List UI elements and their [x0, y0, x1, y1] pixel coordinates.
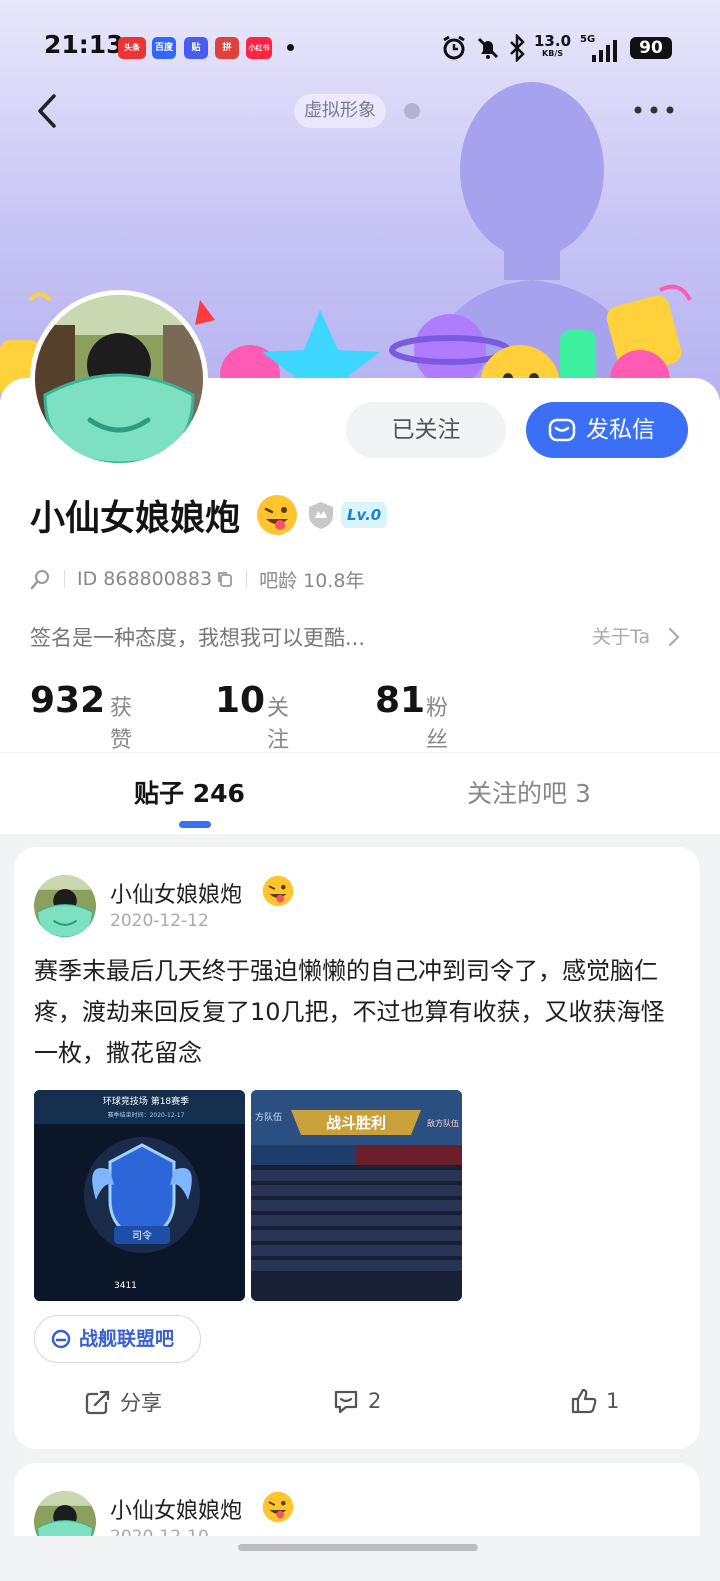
- status-time: 21:13: [44, 30, 124, 59]
- post-card[interactable]: 小仙女娘娘炮 2020-12-12 赛季末最后几天终于强迫懒懒的自己冲到司令了，…: [14, 847, 700, 1449]
- rank-title: 环球竞技场 第18赛季: [103, 1095, 189, 1107]
- like-count: 1: [606, 1389, 620, 1413]
- tabs-divider: [0, 752, 720, 753]
- following-count[interactable]: 10: [215, 680, 265, 721]
- tab-followed-bars[interactable]: 关注的吧 3: [467, 774, 591, 810]
- share-button[interactable]: 分享: [84, 1387, 162, 1417]
- winking-tongue-emoji-icon: [262, 875, 294, 907]
- comment-count: 2: [368, 1389, 382, 1413]
- avatar-image: [35, 295, 203, 463]
- username: 小仙女娘娘炮: [30, 499, 241, 539]
- virtual-avatar-indicator: [404, 103, 420, 119]
- send-message-label: 发私信: [586, 417, 655, 443]
- post-author-name[interactable]: 小仙女娘娘炮: [110, 877, 242, 909]
- level-badge: Lv.0: [341, 502, 388, 528]
- post-date: 2020-12-12: [110, 911, 209, 931]
- winking-tongue-emoji-icon: [257, 495, 297, 535]
- comment-icon: [334, 1390, 358, 1414]
- followers-count[interactable]: 81: [375, 680, 425, 721]
- status-bar: 21:13 头条 百度 贴 拼 小红书 13.0 KB/S 5G 90: [0, 0, 720, 95]
- forum-name: 战舰联盟吧: [79, 1328, 175, 1350]
- bluetooth-icon: [510, 34, 525, 62]
- avatar-image: [34, 875, 96, 937]
- tab-posts[interactable]: 贴子 246: [134, 774, 245, 810]
- post-image-victory[interactable]: 战斗胜利 方队伍 敌方队伍: [251, 1090, 462, 1301]
- alarm-icon: [443, 35, 465, 60]
- toutiao-app-icon: 头条: [118, 37, 146, 59]
- ally-team-label: 方队伍: [255, 1111, 282, 1123]
- mute-bell-icon: [477, 37, 499, 59]
- rank-screenshot: 环球竞技场 第18赛季 赛季结束时间：2020-12-17 司令 3411: [34, 1090, 245, 1301]
- thumbs-up-icon: [571, 1388, 597, 1414]
- tieba-app-icon: 贴: [184, 37, 208, 59]
- rank-score: 3411: [114, 1281, 137, 1291]
- likes-received-count[interactable]: 932: [30, 680, 105, 721]
- like-button[interactable]: 1: [570, 1387, 619, 1415]
- profile-avatar[interactable]: [30, 290, 208, 468]
- post-author-avatar[interactable]: [34, 875, 96, 937]
- more-options-icon[interactable]: [630, 96, 678, 126]
- pinduoduo-app-icon: 拼: [215, 37, 239, 59]
- rank-subtitle: 赛季结束时间：2020-12-17: [108, 1111, 185, 1119]
- rank-name: 司令: [132, 1229, 152, 1242]
- post-content[interactable]: 赛季末最后几天终于强迫懒懒的自己冲到司令了，感觉脑仁疼，渡劫来回反复了10几把，…: [34, 951, 684, 1074]
- comment-button[interactable]: 2: [332, 1387, 381, 1415]
- battery-level: 90: [630, 37, 672, 59]
- signal-icon: [592, 40, 617, 62]
- share-icon: [85, 1390, 110, 1415]
- more-notifications-dot: [287, 44, 294, 51]
- active-tab-indicator: [179, 821, 211, 828]
- profile-meta: ID 868800883 吧龄 10.8年: [30, 566, 364, 592]
- home-indicator[interactable]: [238, 1544, 478, 1551]
- meta-divider: [64, 570, 65, 588]
- tieba-age: 吧龄 10.8年: [259, 569, 365, 592]
- about-link[interactable]: 关于Ta: [592, 622, 650, 649]
- victory-screenshot: 战斗胜利 方队伍 敌方队伍: [251, 1090, 462, 1301]
- victory-title: 战斗胜利: [326, 1114, 386, 1132]
- share-label: 分享: [120, 1391, 162, 1415]
- baidu-app-icon: 百度: [152, 37, 176, 59]
- chevron-right-icon[interactable]: [666, 626, 682, 648]
- winking-tongue-emoji-icon: [262, 1491, 294, 1523]
- forum-icon: [51, 1329, 71, 1349]
- signature: 签名是一种态度，我想我可以更酷...: [30, 626, 366, 650]
- location-icon: [30, 570, 49, 590]
- message-icon: [548, 418, 576, 442]
- post-author-name[interactable]: 小仙女娘娘炮: [110, 1493, 242, 1525]
- copy-icon[interactable]: [216, 570, 234, 588]
- rank-badge-icon: [309, 502, 333, 529]
- enemy-team-label: 敌方队伍: [427, 1118, 459, 1128]
- meta-divider: [246, 570, 248, 588]
- xiaohongshu-app-icon: 小红书: [246, 37, 272, 59]
- back-icon[interactable]: [30, 88, 66, 134]
- following-label[interactable]: 关注: [267, 690, 289, 754]
- bottom-safe-area: [0, 1536, 720, 1581]
- likes-received-label[interactable]: 获赞: [110, 690, 132, 754]
- user-id: ID 868800883: [77, 568, 213, 590]
- forum-tag[interactable]: 战舰联盟吧: [34, 1315, 202, 1363]
- send-message-button[interactable]: 发私信: [526, 402, 688, 458]
- network-speed: 13.0 KB/S: [534, 32, 572, 59]
- virtual-avatar-tag[interactable]: 虚拟形象: [294, 94, 386, 128]
- followed-button[interactable]: 已关注: [346, 402, 506, 458]
- post-image-rank[interactable]: 环球竞技场 第18赛季 赛季结束时间：2020-12-17 司令 3411: [34, 1090, 245, 1301]
- followers-label[interactable]: 粉丝: [426, 690, 448, 754]
